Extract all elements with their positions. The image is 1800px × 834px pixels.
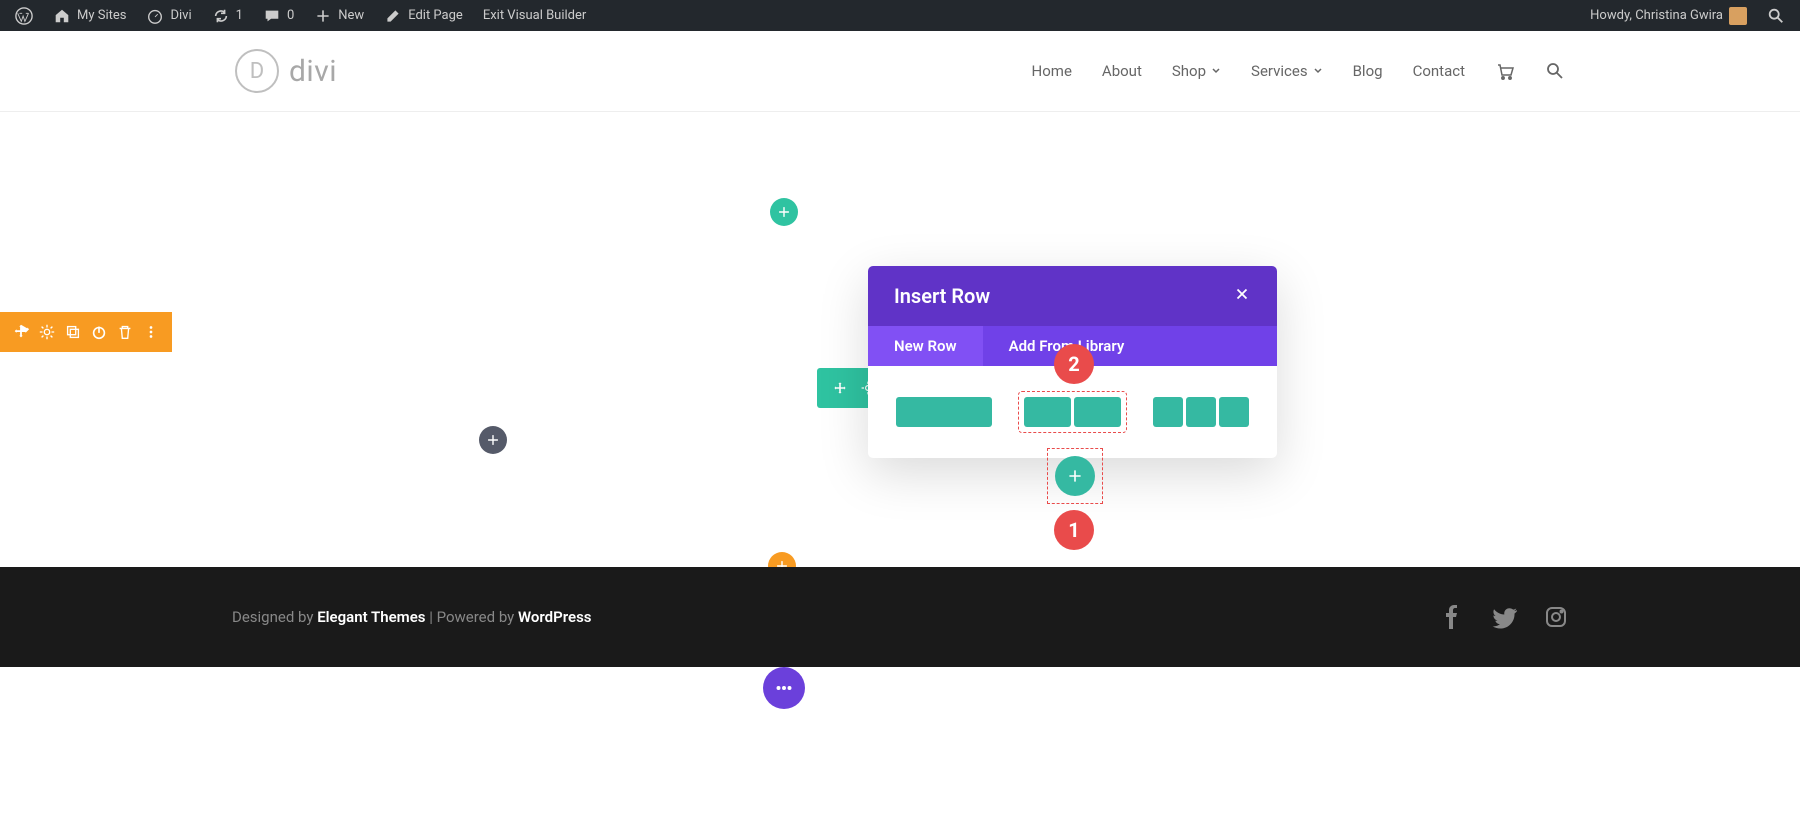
my-sites-item[interactable]: My Sites (46, 0, 133, 31)
main-nav: Home About Shop Services Blog Contact (1032, 61, 1565, 81)
add-section-button[interactable] (770, 198, 798, 226)
pencil-icon (384, 7, 402, 25)
refresh-icon (212, 7, 230, 25)
footer-wp[interactable]: WordPress (518, 608, 592, 626)
col-block (1024, 397, 1071, 427)
new-item[interactable]: New (307, 0, 371, 31)
nav-home[interactable]: Home (1032, 62, 1072, 80)
updates-count: 1 (236, 8, 243, 23)
site-header: D divi Home About Shop Services Blog Con… (0, 31, 1800, 112)
logo-mark: D (235, 49, 279, 93)
more-icon[interactable] (140, 321, 162, 343)
chevron-down-icon (1313, 66, 1323, 76)
search-icon (1767, 7, 1785, 25)
power-icon[interactable] (88, 321, 110, 343)
exit-vb-item[interactable]: Exit Visual Builder (476, 0, 593, 31)
gear-icon[interactable] (36, 321, 58, 343)
footer-credit: Designed by Elegant Themes | Powered by … (232, 608, 592, 626)
plus-icon (777, 205, 791, 219)
col-block (1219, 397, 1249, 427)
section-toolbar (0, 312, 172, 352)
layout-1col[interactable] (891, 392, 997, 432)
plus-icon (314, 7, 332, 25)
footer-social (1440, 605, 1568, 629)
cart-icon[interactable] (1495, 61, 1515, 81)
duplicate-icon[interactable] (62, 321, 84, 343)
edit-page-item[interactable]: Edit Page (377, 0, 470, 31)
nav-contact[interactable]: Contact (1413, 62, 1465, 80)
add-module-button[interactable] (479, 426, 507, 454)
logo[interactable]: D divi (235, 49, 337, 93)
site-footer: Designed by Elegant Themes | Powered by … (0, 567, 1800, 667)
trash-icon[interactable] (114, 321, 136, 343)
comments-count: 0 (287, 8, 294, 23)
my-sites-label: My Sites (77, 8, 126, 23)
updates-item[interactable]: 1 (205, 0, 250, 31)
howdy-label: Howdy, Christina Gwira (1590, 8, 1723, 23)
add-row-button[interactable] (1055, 456, 1095, 496)
col-block (1074, 397, 1121, 427)
chevron-down-icon (1211, 66, 1221, 76)
edit-page-label: Edit Page (408, 8, 463, 23)
instagram-icon[interactable] (1544, 605, 1568, 629)
site-name-item[interactable]: Divi (139, 0, 198, 31)
ellipsis-icon (773, 677, 795, 699)
gauge-icon (146, 7, 164, 25)
nav-blog[interactable]: Blog (1353, 62, 1383, 80)
marker-1: 1 (1054, 510, 1094, 550)
move-icon[interactable] (10, 321, 32, 343)
twitter-icon[interactable] (1492, 605, 1516, 629)
move-icon[interactable] (829, 377, 851, 399)
layout-2col[interactable] (1019, 392, 1126, 432)
comment-icon (263, 7, 281, 25)
tab-new-row[interactable]: New Row (868, 326, 983, 366)
nav-services[interactable]: Services (1251, 62, 1323, 80)
site-search-icon[interactable] (1545, 61, 1565, 81)
add-row-highlight (1048, 449, 1102, 503)
plus-icon (1067, 468, 1083, 484)
insert-row-header: Insert Row (868, 266, 1277, 326)
wp-logo-item[interactable] (8, 0, 40, 31)
marker-2: 2 (1054, 344, 1094, 384)
logo-text: divi (289, 54, 337, 89)
builder-menu-button[interactable] (763, 667, 805, 709)
close-icon[interactable] (1233, 284, 1251, 308)
admin-right: Howdy, Christina Gwira (1583, 0, 1792, 31)
col-block (1186, 397, 1216, 427)
howdy-item[interactable]: Howdy, Christina Gwira (1583, 0, 1754, 31)
col-block (1153, 397, 1183, 427)
nav-shop-label: Shop (1172, 62, 1206, 80)
exit-vb-label: Exit Visual Builder (483, 8, 586, 23)
new-label: New (338, 8, 364, 23)
avatar (1729, 7, 1747, 25)
footer-designed: Designed by (232, 608, 317, 626)
col-block (896, 397, 992, 427)
plus-icon (486, 433, 500, 447)
footer-elegant[interactable]: Elegant Themes (317, 608, 425, 626)
nav-services-label: Services (1251, 62, 1308, 80)
wordpress-icon (15, 7, 33, 25)
admin-left: My Sites Divi 1 0 New (8, 0, 593, 31)
insert-row-title: Insert Row (894, 284, 990, 308)
layout-3col[interactable] (1148, 392, 1254, 432)
footer-sep: | Powered by (425, 608, 518, 626)
comments-item[interactable]: 0 (256, 0, 301, 31)
nav-shop[interactable]: Shop (1172, 62, 1221, 80)
site-name-label: Divi (170, 8, 191, 23)
wp-admin-bar: My Sites Divi 1 0 New (0, 0, 1800, 31)
facebook-icon[interactable] (1440, 605, 1464, 629)
logo-letter: D (250, 59, 264, 84)
house-icon (53, 7, 71, 25)
builder-canvas: Insert Row New Row Add From Library (0, 112, 1800, 572)
nav-about[interactable]: About (1102, 62, 1142, 80)
admin-search[interactable] (1760, 0, 1792, 31)
